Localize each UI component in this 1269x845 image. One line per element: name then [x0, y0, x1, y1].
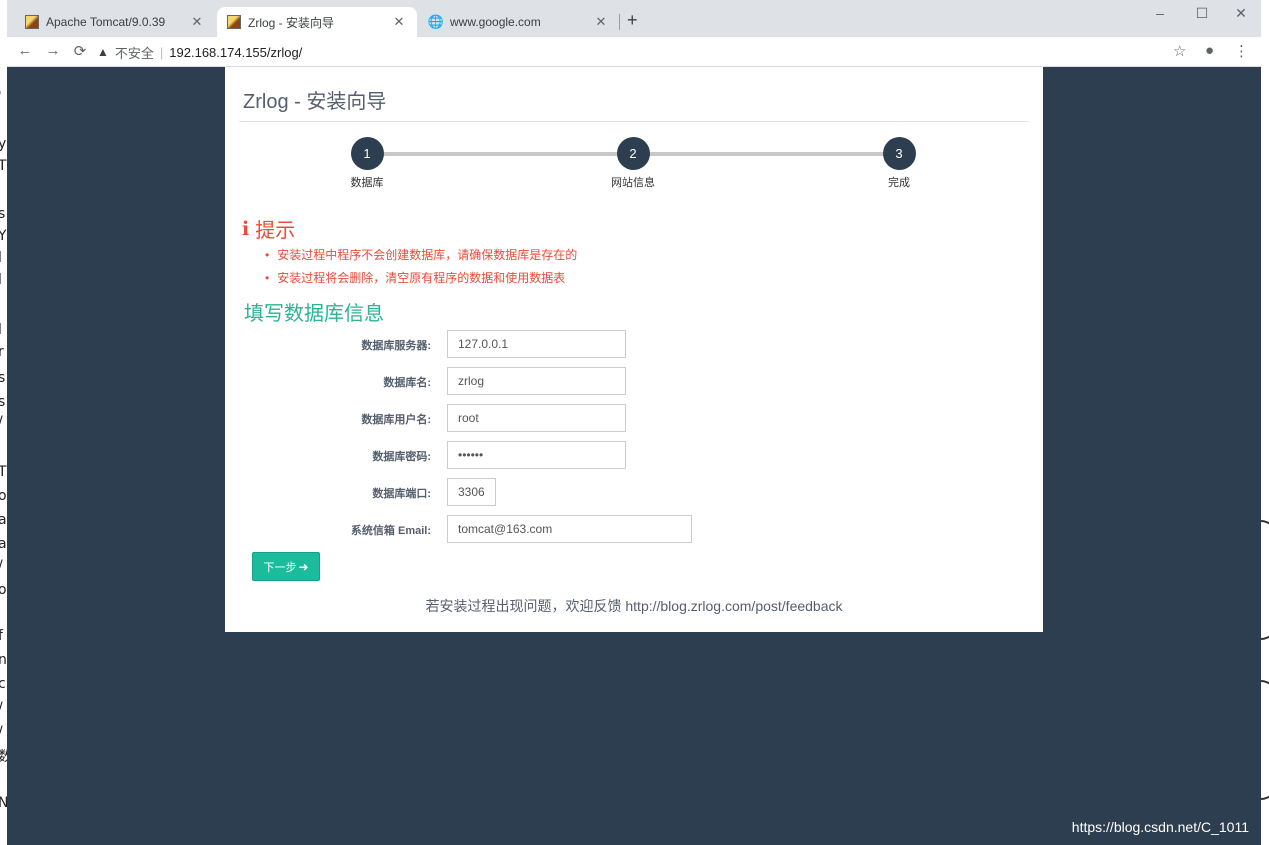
next-step-label: 下一步: [263, 561, 297, 574]
tip-heading: i 提示: [242, 214, 295, 243]
url-divider: |: [159, 44, 164, 60]
tip-item: 安装过程将会删除，清空原有程序的数据和使用数据表: [265, 267, 577, 290]
info-icon: i: [242, 217, 250, 240]
form-row-db-port: 数据库端口: 3306: [225, 478, 1043, 506]
browser-window: Apache Tomcat/9.0.39 ✕ Zrlog - 安装向导 ✕ 🌐 …: [7, 0, 1261, 845]
db-port-label: 数据库端口:: [372, 488, 431, 500]
step-number: 1: [350, 137, 384, 170]
warning-icon: ▲: [97, 45, 109, 59]
step-label: 网站信息: [611, 177, 655, 189]
menu-dots-icon[interactable]: ⋮: [1234, 42, 1249, 60]
close-icon[interactable]: ✕: [189, 14, 205, 30]
db-name-input[interactable]: zrlog: [447, 367, 626, 395]
tip-list: 安装过程中程序不会创建数据库，请确保数据库是存在的 安装过程将会删除，清空原有程…: [265, 244, 577, 290]
step-label: 完成: [888, 177, 910, 189]
step-number: 2: [616, 137, 650, 170]
form-row-db-user: 数据库用户名: root: [225, 404, 1043, 432]
step-site-info: 2 网站信息: [593, 137, 673, 190]
back-arrow-icon[interactable]: ←: [15, 42, 35, 59]
security-label: 不安全: [114, 45, 154, 61]
email-label: 系统信箱 Email:: [350, 525, 431, 537]
url-text: 192.168.174.155/zrlog/: [169, 44, 303, 60]
tab-google[interactable]: 🌐 www.google.com ✕: [419, 7, 619, 37]
db-password-label: 数据库密码:: [372, 451, 431, 463]
background-document: ) y T s Y l l l r s s / T o a a / o f n …: [0, 0, 7, 845]
star-icon[interactable]: ☆: [1173, 42, 1186, 60]
tomcat-favicon-icon: [25, 15, 39, 29]
reload-icon[interactable]: ⟳: [70, 42, 90, 60]
step-label: 数据库: [350, 177, 384, 189]
page-title: Zrlog - 安装向导: [243, 91, 387, 113]
tab-title: www.google.com: [450, 15, 541, 29]
watermark: https://blog.csdn.net/C_1011: [1071, 819, 1249, 835]
new-tab-button[interactable]: +: [627, 10, 638, 31]
maximize-button[interactable]: ☐: [1192, 5, 1212, 22]
minimize-button[interactable]: –: [1150, 5, 1170, 21]
tab-divider: [619, 14, 620, 30]
browser-toolbar: ← → ⟳ ▲ 不安全 | 192.168.174.155/zrlog/ ☆ ●…: [7, 37, 1261, 67]
db-user-label: 数据库用户名:: [361, 414, 431, 426]
close-icon[interactable]: ✕: [593, 14, 609, 30]
next-step-button[interactable]: 下一步 ➜: [252, 552, 320, 581]
tip-heading-text: 提示: [255, 220, 296, 242]
form-row-email: 系统信箱 Email: tomcat@163.com: [225, 515, 1043, 543]
tab-strip: Apache Tomcat/9.0.39 ✕ Zrlog - 安装向导 ✕ 🌐 …: [7, 0, 1261, 37]
step-complete: 3 完成: [859, 137, 939, 190]
form-row-db-password: 数据库密码: ••••••: [225, 441, 1043, 469]
address-bar[interactable]: ▲ 不安全 | 192.168.174.155/zrlog/: [97, 40, 1177, 64]
tab-title: Apache Tomcat/9.0.39: [46, 15, 166, 29]
close-window-button[interactable]: ✕: [1231, 5, 1251, 22]
db-name-label: 数据库名:: [383, 377, 431, 389]
step-database: 1 数据库: [327, 137, 407, 190]
account-icon[interactable]: ●: [1205, 42, 1214, 59]
tab-title: Zrlog - 安装向导: [248, 15, 335, 30]
title-divider: [239, 121, 1029, 122]
tab-zrlog[interactable]: Zrlog - 安装向导 ✕: [217, 7, 417, 37]
form-row-db-server: 数据库服务器: 127.0.0.1: [225, 330, 1043, 358]
install-wizard-card: Zrlog - 安装向导 1 数据库 2 网站信息 3 完成 i 提示 安装过程…: [225, 67, 1043, 632]
tab-tomcat[interactable]: Apache Tomcat/9.0.39 ✕: [15, 7, 215, 37]
db-password-input[interactable]: ••••••: [447, 441, 626, 469]
globe-icon: 🌐: [427, 14, 445, 29]
db-port-input[interactable]: 3306: [447, 478, 496, 506]
form-row-db-name: 数据库名: zrlog: [225, 367, 1043, 395]
db-user-input[interactable]: root: [447, 404, 626, 432]
section-title: 填写数据库信息: [244, 303, 384, 325]
forward-arrow-icon[interactable]: →: [43, 42, 63, 59]
step-number: 3: [882, 137, 916, 170]
tip-item: 安装过程中程序不会创建数据库，请确保数据库是存在的: [265, 244, 577, 267]
zrlog-favicon-icon: [227, 15, 241, 29]
email-input[interactable]: tomcat@163.com: [447, 515, 692, 543]
db-server-label: 数据库服务器:: [361, 340, 431, 352]
close-icon[interactable]: ✕: [391, 14, 407, 30]
background-image: [1261, 0, 1269, 845]
arrow-right-icon: ➜: [298, 559, 309, 574]
feedback-note: 若安装过程出现问题，欢迎反馈 http://blog.zrlog.com/pos…: [425, 598, 843, 614]
db-server-input[interactable]: 127.0.0.1: [447, 330, 626, 358]
page-viewport: Zrlog - 安装向导 1 数据库 2 网站信息 3 完成 i 提示 安装过程…: [7, 67, 1261, 845]
